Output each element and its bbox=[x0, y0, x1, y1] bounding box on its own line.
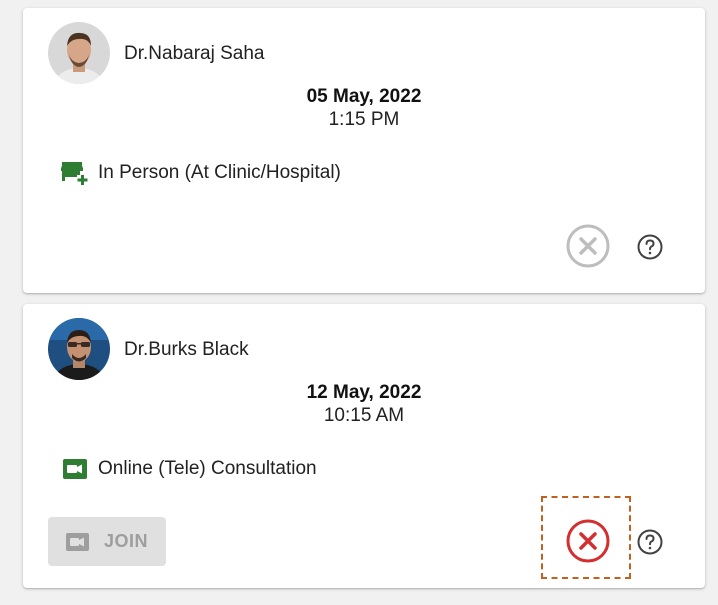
join-button-label: JOIN bbox=[103, 531, 148, 551]
appointment-time: 10:15 AM bbox=[323, 405, 405, 426]
help-icon bbox=[637, 529, 663, 555]
doctor-avatar bbox=[48, 22, 110, 84]
appointment-card: Dr.Nabaraj Saha 05 May, 2022 1:15 PM In … bbox=[23, 8, 705, 293]
video-camera-icon bbox=[65, 532, 90, 552]
help-button[interactable] bbox=[635, 232, 665, 262]
consultation-mode-label: In Person (At Clinic/Hospital) bbox=[98, 162, 341, 183]
consultation-mode: In Person (At Clinic/Hospital) bbox=[61, 160, 341, 186]
cancel-icon bbox=[566, 519, 610, 563]
appointment-date: 12 May, 2022 bbox=[306, 382, 422, 403]
appointment-time: 1:15 PM bbox=[328, 109, 400, 130]
appointment-card: Dr.Burks Black 12 May, 2022 10:15 AM Onl… bbox=[23, 304, 705, 588]
help-button[interactable] bbox=[635, 527, 665, 557]
join-button[interactable]: JOIN bbox=[48, 517, 166, 566]
doctor-name: Dr.Nabaraj Saha bbox=[124, 43, 265, 64]
video-camera-icon bbox=[61, 456, 89, 482]
doctor-avatar bbox=[48, 318, 110, 380]
clinic-icon bbox=[61, 160, 89, 186]
help-icon bbox=[637, 234, 663, 260]
cancel-icon bbox=[566, 224, 610, 268]
consultation-mode-label: Online (Tele) Consultation bbox=[98, 458, 317, 479]
cancel-appointment-button[interactable] bbox=[564, 517, 612, 565]
consultation-mode: Online (Tele) Consultation bbox=[61, 456, 317, 482]
doctor-name: Dr.Burks Black bbox=[124, 339, 249, 360]
cancel-appointment-button[interactable] bbox=[564, 222, 612, 270]
appointment-date: 05 May, 2022 bbox=[306, 86, 422, 107]
